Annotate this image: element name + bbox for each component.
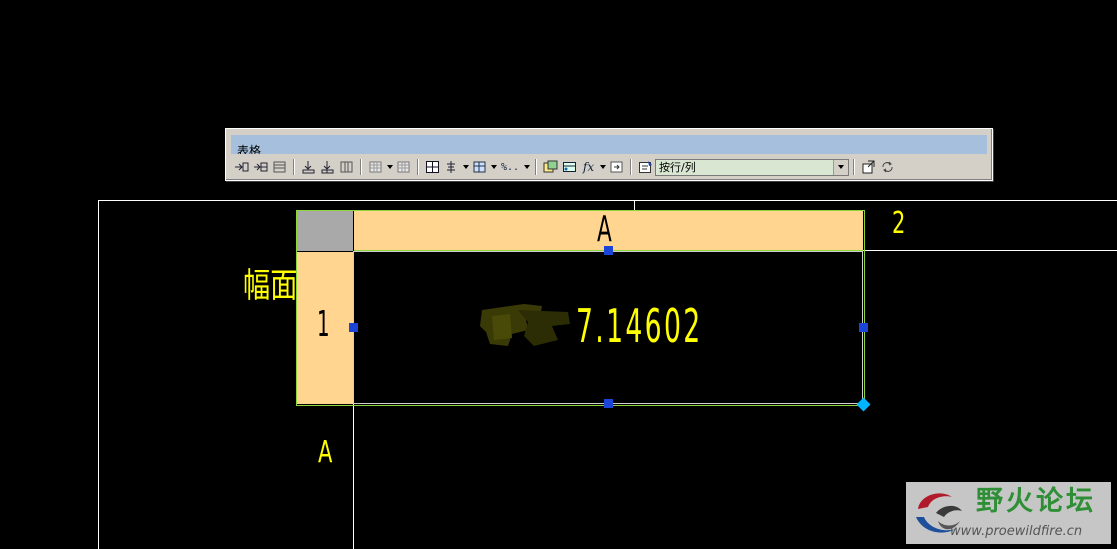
insert-formula-icon[interactable]: fx (579, 158, 598, 176)
row-header-label: 1 (317, 304, 330, 345)
cell-value-text: 7.14602 (576, 299, 703, 353)
label-2: 2 (892, 206, 906, 241)
handle-bottom[interactable] (604, 399, 613, 408)
frame-right-top-line (863, 250, 1117, 251)
cell-format-icon[interactable] (470, 158, 489, 176)
column-header-label: A (597, 209, 612, 250)
corner-resize-handle[interactable] (856, 397, 871, 412)
toolbar-title: 表格 (237, 144, 262, 154)
toolbar-title-bar[interactable]: 表格 (231, 135, 987, 154)
selection-mode-combo[interactable]: 按行/列 (655, 158, 849, 176)
insert-row-below-icon[interactable] (251, 158, 270, 176)
fumian-label: 幅面 (243, 266, 298, 306)
table-corner-cell[interactable] (297, 211, 353, 251)
delete-column-icon[interactable] (337, 158, 356, 176)
insert-row-above-icon[interactable] (232, 158, 251, 176)
percent-format-icon[interactable]: %.. (498, 158, 522, 176)
watermark-url: www.proewildfire.cn (950, 524, 1083, 539)
toolbar-row: %.. fx 按行/列 (232, 157, 988, 177)
insert-formula-dropdown[interactable] (598, 158, 607, 176)
link-data-icon[interactable] (859, 158, 878, 176)
insert-column-left-icon[interactable] (299, 158, 318, 176)
chevron-down-icon[interactable] (833, 159, 848, 175)
handle-right[interactable] (859, 323, 868, 332)
watermark: 野火论坛 www.proewildfire.cn (906, 482, 1111, 544)
label-a-bottom: A (318, 435, 333, 470)
merge-cells-icon[interactable] (423, 158, 442, 176)
cell-format-dropdown[interactable] (489, 158, 498, 176)
refresh-data-icon[interactable] (878, 158, 897, 176)
edit-cell-icon[interactable] (636, 158, 655, 176)
table-grid-alt-icon[interactable] (394, 158, 413, 176)
frame-inner-vertical-line (353, 404, 354, 549)
text-align-icon[interactable] (442, 158, 461, 176)
table-toolbar[interactable]: 表格 %.. fx 按行/列 (225, 128, 993, 181)
table-grid-dropdown[interactable] (385, 158, 394, 176)
text-align-dropdown[interactable] (461, 158, 470, 176)
delete-row-icon[interactable] (270, 158, 289, 176)
percent-format-dropdown[interactable] (522, 158, 531, 176)
match-cell-icon[interactable] (607, 158, 626, 176)
watermark-name: 野火论坛 (976, 486, 1096, 517)
frame-left-line (98, 200, 99, 549)
insert-block-icon[interactable] (541, 158, 560, 176)
table-grid-icon[interactable] (366, 158, 385, 176)
selection-mode-value: 按行/列 (659, 161, 696, 174)
handle-left[interactable] (349, 323, 358, 332)
insert-field-icon[interactable] (560, 158, 579, 176)
frame-top-line (98, 200, 1117, 201)
frame-top-tick (634, 200, 635, 211)
handle-top[interactable] (604, 246, 613, 255)
insert-column-right-icon[interactable] (318, 158, 337, 176)
overlapping-text-smudge (480, 304, 570, 346)
